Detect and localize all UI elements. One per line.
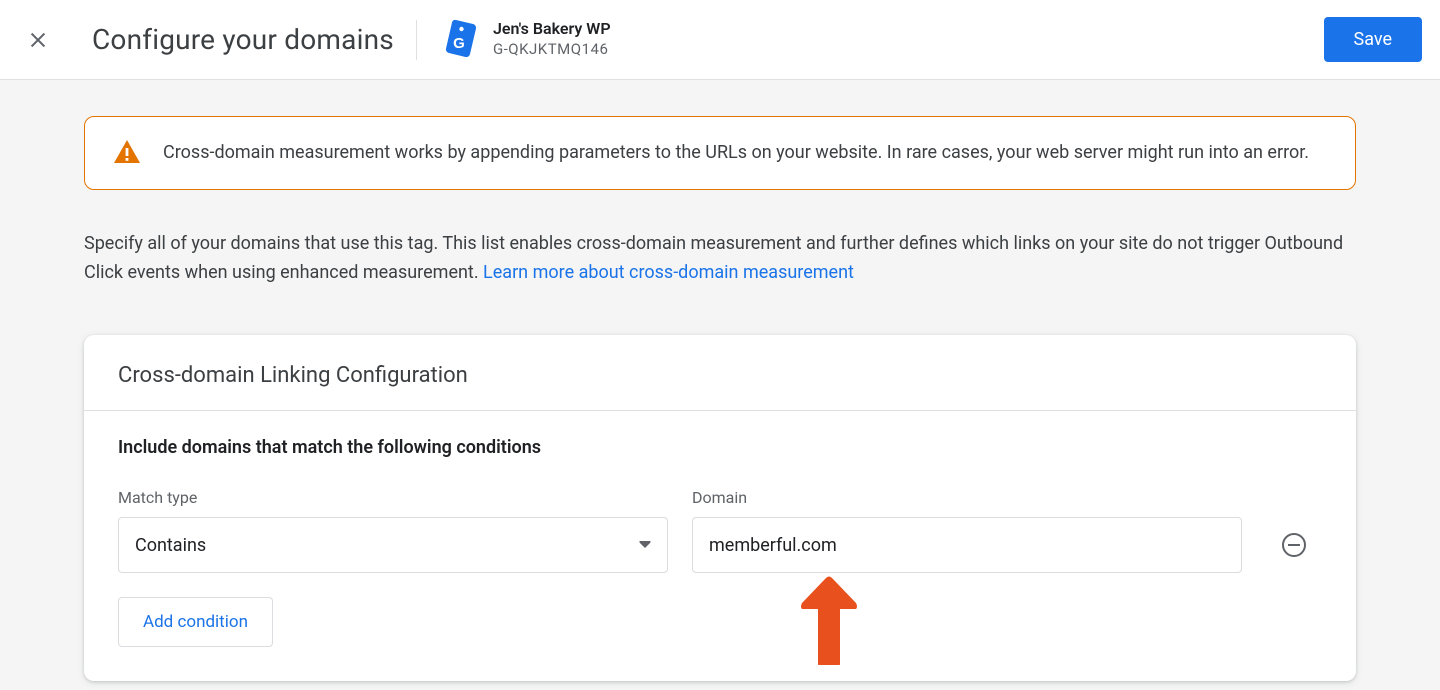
domain-input[interactable] — [692, 517, 1242, 573]
warning-text: Cross-domain measurement works by append… — [163, 139, 1309, 167]
content-area: Cross-domain measurement works by append… — [0, 80, 1440, 681]
condition-row: Match type Contains Domain — [118, 488, 1322, 573]
match-type-label: Match type — [118, 488, 668, 507]
match-type-field: Match type Contains — [118, 488, 668, 573]
remove-icon — [1281, 532, 1307, 558]
save-button[interactable]: Save — [1324, 17, 1423, 62]
conditions-subheader: Include domains that match the following… — [118, 437, 1322, 458]
card-title: Cross-domain Linking Configuration — [84, 335, 1356, 411]
domain-label: Domain — [692, 488, 1242, 507]
match-type-value: Contains — [135, 535, 206, 556]
remove-condition-button[interactable] — [1274, 525, 1314, 565]
card-body: Include domains that match the following… — [84, 411, 1356, 681]
config-card: Cross-domain Linking Configuration Inclu… — [84, 335, 1356, 681]
domain-field: Domain — [692, 488, 1242, 573]
instruction-text: Specify all of your domains that use thi… — [84, 230, 1356, 288]
close-button[interactable] — [18, 20, 58, 60]
property-block: Jen's Bakery WP G-QKJKTMQ146 — [493, 19, 611, 59]
chevron-down-icon — [639, 541, 651, 549]
svg-text:G: G — [453, 35, 465, 52]
warning-banner: Cross-domain measurement works by append… — [84, 116, 1356, 190]
learn-more-link[interactable]: Learn more about cross-domain measuremen… — [483, 262, 854, 283]
gtag-icon: G — [439, 18, 479, 62]
add-condition-button[interactable]: Add condition — [118, 597, 273, 647]
page-title: Configure your domains — [92, 23, 394, 56]
divider — [416, 20, 417, 60]
property-name: Jen's Bakery WP — [493, 19, 611, 40]
warning-icon — [113, 139, 141, 165]
match-type-select[interactable]: Contains — [118, 517, 668, 573]
close-icon — [27, 29, 49, 51]
property-id: G-QKJKTMQ146 — [493, 40, 611, 60]
header-bar: Configure your domains G Jen's Bakery WP… — [0, 0, 1440, 80]
